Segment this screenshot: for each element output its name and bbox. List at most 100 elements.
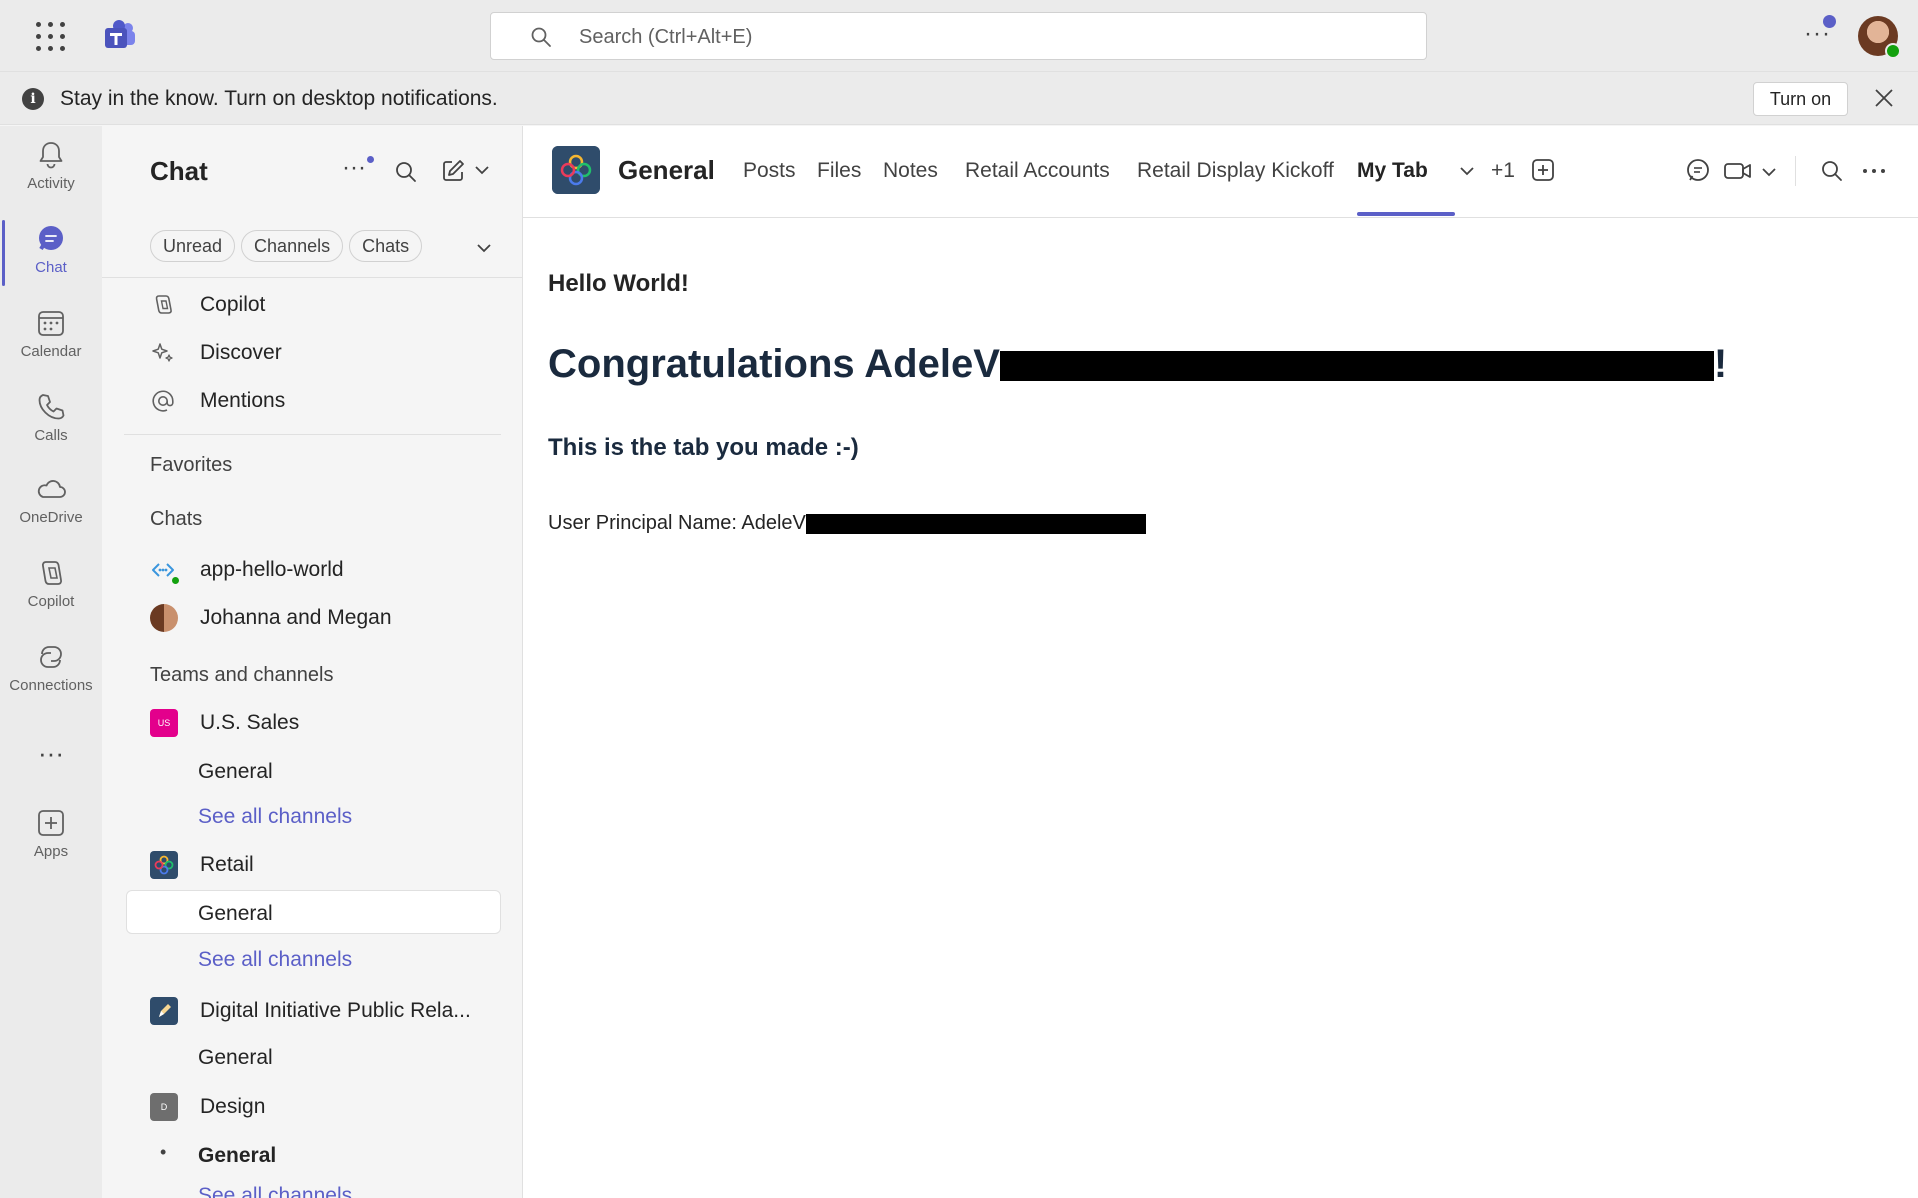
tab-retail-display-kickoff[interactable]: Retail Display Kickoff <box>1137 159 1334 183</box>
tab-posts[interactable]: Posts <box>743 159 796 183</box>
sidebar-item-label: Discover <box>200 341 282 364</box>
team-name: U.S. Sales <box>200 711 300 734</box>
presence-available-icon <box>1885 43 1901 59</box>
sidebar-item-label: Mentions <box>200 389 286 412</box>
turn-on-button[interactable]: Turn on <box>1753 82 1848 116</box>
at-icon <box>152 390 174 412</box>
divider <box>1795 156 1796 186</box>
team-avatar: US <box>150 709 178 737</box>
chat-item-johanna-megan[interactable]: Johanna and Megan <box>150 603 470 633</box>
notification-dot <box>367 156 374 163</box>
chat-item-app-hello-world[interactable]: app-hello-world <box>150 555 470 586</box>
close-icon[interactable] <box>1872 86 1896 110</box>
congrats-heading: Congratulations AdeleV! <box>548 342 1727 387</box>
cloud-icon <box>37 480 66 498</box>
more-apps-icon[interactable]: ··· <box>0 738 102 769</box>
see-all-channels-link[interactable]: See all channels <box>198 948 352 972</box>
unread-dot-icon: • <box>160 1142 167 1162</box>
video-call-icon[interactable] <box>1723 158 1753 184</box>
filter-channels[interactable]: Channels <box>241 230 344 262</box>
app-rail: Activity Chat Calendar Calls OneDrive Co… <box>0 126 102 1198</box>
tab-my-tab[interactable]: My Tab <box>1357 159 1428 183</box>
rail-item-calendar[interactable]: Calendar <box>0 298 102 378</box>
team-digital-initiative[interactable]: Digital Initiative Public Rela... <box>150 996 490 1026</box>
chat-item-label: app-hello-world <box>200 558 344 581</box>
channel-title: General <box>618 155 715 185</box>
divider <box>102 277 522 278</box>
sidebar-item-copilot[interactable]: Copilot <box>150 290 450 320</box>
search-icon[interactable] <box>1820 159 1844 183</box>
team-design[interactable]: D Design <box>150 1092 470 1122</box>
sidebar-item-mentions[interactable]: Mentions <box>150 386 450 416</box>
selected-channel-highlight <box>126 890 501 934</box>
rail-item-onedrive[interactable]: OneDrive <box>0 464 102 544</box>
upn-text: User Principal Name: AdeleV <box>548 512 806 534</box>
compose-icon[interactable] <box>440 158 466 184</box>
phone-icon <box>38 394 65 420</box>
see-all-channels-link[interactable]: See all channels <box>198 1184 352 1198</box>
rail-item-calls[interactable]: Calls <box>0 382 102 462</box>
conversation-icon[interactable] <box>1685 158 1711 184</box>
chat-icon <box>39 226 63 251</box>
rail-label: Apps <box>33 843 69 860</box>
redaction-bar <box>999 351 1714 382</box>
notification-banner: i Stay in the know. Turn on desktop noti… <box>0 72 1918 125</box>
team-avatar: D <box>150 1093 178 1121</box>
rail-label: Activity <box>27 175 75 192</box>
teams-heading[interactable]: Teams and channels <box>150 664 333 687</box>
rail-label: Calendar <box>20 343 82 360</box>
add-tab-icon[interactable] <box>1531 158 1555 182</box>
team-name: Digital Initiative Public Rela... <box>200 999 471 1022</box>
sidebar-item-discover[interactable]: Discover <box>150 338 450 368</box>
congrats-exclaim: ! <box>1713 342 1728 386</box>
chevron-down-icon[interactable] <box>474 164 490 176</box>
tab-notes[interactable]: Notes <box>883 159 938 183</box>
team-us-sales[interactable]: US U.S. Sales <box>150 708 470 738</box>
rail-label: Copilot <box>27 593 75 610</box>
rail-label: Connections <box>9 677 93 694</box>
team-name: Design <box>200 1095 266 1118</box>
presence-available-icon <box>170 575 181 586</box>
pen-team-logo-icon <box>150 997 178 1025</box>
tab-files[interactable]: Files <box>817 159 861 183</box>
profile-avatar[interactable] <box>1858 16 1901 59</box>
rail-item-activity[interactable]: Activity <box>0 130 102 210</box>
rail-item-apps[interactable]: Apps <box>0 798 102 878</box>
search-icon <box>531 27 551 47</box>
search-input[interactable]: Search (Ctrl+Alt+E) <box>490 12 1427 60</box>
channel-general-unread[interactable]: General <box>198 1144 276 1168</box>
tab-subtitle: This is the tab you made :-) <box>548 434 859 461</box>
chevron-down-icon[interactable] <box>476 242 492 254</box>
tab-overflow[interactable]: +1 <box>1491 159 1515 183</box>
calendar-icon <box>38 311 64 336</box>
filter-unread[interactable]: Unread <box>150 230 236 262</box>
more-options-icon[interactable] <box>1861 159 1887 183</box>
channel-general-selected[interactable]: General <box>198 902 273 926</box>
favorites-heading[interactable]: Favorites <box>150 454 232 477</box>
app-launcher-icon[interactable] <box>36 22 66 52</box>
rail-item-chat[interactable]: Chat <box>0 214 102 294</box>
chats-heading[interactable]: Chats <box>150 508 202 531</box>
channel-general[interactable]: General <box>198 760 273 784</box>
channel-general[interactable]: General <box>198 1046 273 1070</box>
add-app-icon <box>38 810 64 836</box>
hello-heading: Hello World! <box>548 270 689 297</box>
rail-item-connections[interactable]: Connections <box>0 632 102 712</box>
search-icon[interactable] <box>394 160 418 184</box>
search-placeholder: Search (Ctrl+Alt+E) <box>579 26 753 48</box>
rail-label: OneDrive <box>19 509 83 526</box>
see-all-channels-link[interactable]: See all channels <box>198 805 352 829</box>
channel-view: General Posts Files Notes Retail Account… <box>523 126 1918 1198</box>
chat-item-label: Johanna and Megan <box>200 606 392 629</box>
redaction-bar <box>805 513 1146 534</box>
team-retail[interactable]: Retail <box>150 850 470 880</box>
rail-item-copilot[interactable]: Copilot <box>0 548 102 628</box>
chevron-down-icon[interactable] <box>1761 166 1777 178</box>
rail-label: Chat <box>35 259 67 276</box>
filter-chats[interactable]: Chats <box>349 230 423 262</box>
info-icon: i <box>22 88 44 110</box>
sidebar-more-icon[interactable]: ··· <box>342 154 366 182</box>
sidebar-title: Chat <box>150 156 208 186</box>
chevron-down-icon[interactable] <box>1459 165 1475 177</box>
tab-retail-accounts[interactable]: Retail Accounts <box>965 159 1110 183</box>
